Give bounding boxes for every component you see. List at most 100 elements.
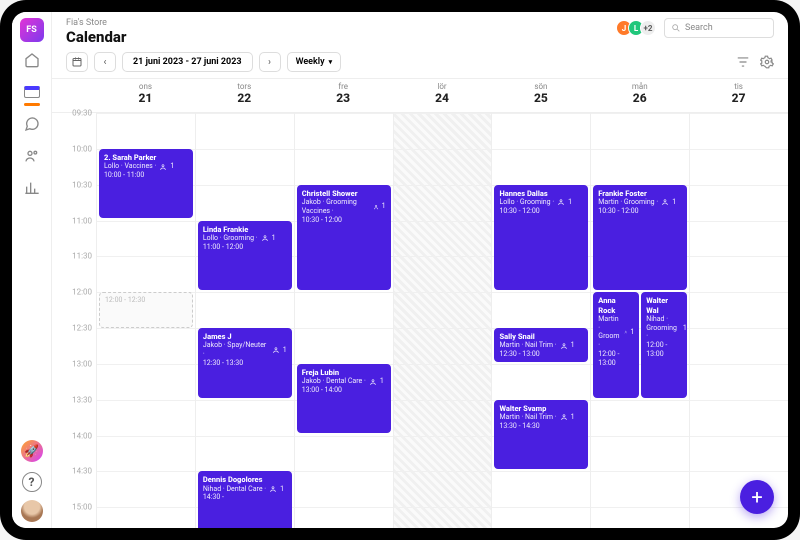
day-column-21[interactable]: 12:00 - 12:30 2. Sarah ParkerLollo · Vacc… (96, 113, 195, 528)
event-card[interactable]: 2. Sarah ParkerLollo · Vaccines · 110:00… (99, 149, 193, 219)
sidebar: FS 🚀 ? (12, 12, 52, 528)
day-header: ons21tors22fre23lör24sön25mån26tis27 (52, 79, 788, 113)
day-header-21[interactable]: ons21 (96, 79, 195, 112)
nav-chat[interactable] (22, 114, 42, 134)
event-subtitle: Martin · Groom · 1 (598, 315, 634, 350)
event-subtitle: Martin · Nail Trim · 1 (499, 413, 583, 422)
time-label: 11:00 (72, 216, 92, 225)
filter-icon[interactable] (736, 55, 750, 69)
calendar-columns[interactable]: 12:00 - 12:30 2. Sarah ParkerLollo · Vacc… (96, 113, 788, 528)
event-card[interactable]: Anna RockMartin · Groom · 112:00 - 13:00 (593, 292, 639, 398)
event-time: 13:30 - 14:30 (499, 422, 583, 431)
nav-home[interactable] (22, 50, 42, 70)
event-subtitle: Nihad · Dental Care · 1 (203, 485, 287, 494)
event-card[interactable]: Linda FrankieLollo · Grooming · 111:00 -… (198, 221, 292, 291)
view-mode-button[interactable]: Weekly ▾ (287, 52, 342, 72)
day-header-27[interactable]: tis27 (689, 79, 788, 112)
calendar-icon (24, 86, 40, 98)
time-label: 12:00 (72, 288, 92, 297)
event-card[interactable]: Walter SvampMartin · Nail Trim · 113:30 … (494, 400, 588, 470)
ghost-slot[interactable]: 12:00 - 12:30 (99, 292, 193, 328)
today-button[interactable] (66, 52, 88, 72)
event-title: Walter Svamp (499, 404, 583, 413)
time-label: 12:30 (72, 324, 92, 333)
nav-users[interactable] (22, 146, 42, 166)
nav-calendar[interactable] (22, 82, 42, 102)
time-label: 14:30 (72, 467, 92, 476)
time-label: 10:00 (72, 144, 92, 153)
time-label: 15:00 (72, 503, 92, 512)
date-range-button[interactable]: 21 juni 2023 - 27 juni 2023 (122, 52, 253, 72)
event-card[interactable]: Frankie FosterMartin · Grooming · 110:30… (593, 185, 687, 291)
event-time: 12:00 - 13:00 (598, 350, 634, 368)
event-card[interactable]: Walter WalNihad · Grooming · 112:00 - 13… (641, 292, 687, 398)
day-header-24[interactable]: lör24 (393, 79, 492, 112)
event-title: Frankie Foster (598, 189, 682, 198)
day-column-22[interactable]: Linda FrankieLollo · Grooming · 111:00 -… (195, 113, 294, 528)
gear-icon[interactable] (760, 55, 774, 69)
nav-stats[interactable] (22, 178, 42, 198)
event-title: James J (203, 332, 287, 341)
event-card[interactable]: Sally SnailMartin · Nail Trim · 112:30 -… (494, 328, 588, 362)
participant-chips[interactable]: JL+2 (620, 20, 656, 36)
time-label: 14:00 (72, 431, 92, 440)
day-header-23[interactable]: fre23 (294, 79, 393, 112)
event-subtitle: Lollo · Grooming · 1 (499, 198, 583, 207)
calendar-small-icon (71, 56, 83, 68)
search-input[interactable]: Search (664, 18, 774, 38)
toolbar: ‹ 21 juni 2023 - 27 juni 2023 › Weekly ▾ (52, 48, 788, 78)
day-header-25[interactable]: sön25 (491, 79, 590, 112)
event-title: Anna Rock (598, 296, 634, 315)
day-column-26[interactable]: Frankie FosterMartin · Grooming · 110:30… (590, 113, 689, 528)
prev-button[interactable]: ‹ (94, 52, 116, 72)
event-card[interactable]: Christell ShowerJakob · Grooming Vaccine… (297, 185, 391, 291)
event-time: 10:30 - 12:00 (598, 207, 682, 216)
main-content: Fia's Store Calendar JL+2 Search ‹ (52, 12, 788, 528)
event-card[interactable]: Dennis DogoloresNihad · Dental Care · 11… (198, 471, 292, 528)
event-title: Sally Snail (499, 332, 583, 341)
store-logo[interactable]: FS (20, 18, 44, 42)
event-card[interactable]: Hannes DallasLollo · Grooming · 110:30 -… (494, 185, 588, 291)
time-label: 13:30 (72, 395, 92, 404)
event-title: Walter Wal (646, 296, 682, 315)
event-title: Linda Frankie (203, 225, 287, 234)
day-column-25[interactable]: Hannes DallasLollo · Grooming · 110:30 -… (491, 113, 590, 528)
breadcrumb: Fia's Store (66, 18, 126, 28)
chevron-down-icon: ▾ (329, 58, 333, 66)
event-time: 12:00 - 13:00 (646, 341, 682, 359)
search-placeholder: Search (685, 23, 713, 33)
event-subtitle: Lollo · Grooming · 1 (203, 234, 287, 243)
event-subtitle: Martin · Nail Trim · 1 (499, 341, 583, 350)
page-title: Calendar (66, 28, 126, 46)
event-subtitle: Jakob · Dental Care · 1 (302, 377, 386, 386)
day-header-26[interactable]: mån26 (590, 79, 689, 112)
day-column-24[interactable] (393, 113, 492, 528)
event-subtitle: Martin · Grooming · 1 (598, 198, 682, 207)
rocket-icon[interactable]: 🚀 (21, 440, 43, 462)
event-time: 10:30 - 12:00 (499, 207, 583, 216)
time-label: 10:30 (72, 180, 92, 189)
event-time: 10:00 - 11:00 (104, 171, 188, 180)
day-header-22[interactable]: tors22 (195, 79, 294, 112)
event-subtitle: Lollo · Vaccines · 1 (104, 162, 188, 171)
chip-+2[interactable]: +2 (640, 20, 656, 36)
event-time: 14:30 - (203, 493, 287, 502)
user-avatar[interactable] (21, 500, 43, 522)
time-label: 09:30 (72, 109, 92, 118)
help-icon[interactable]: ? (22, 472, 42, 492)
day-column-23[interactable]: Christell ShowerJakob · Grooming Vaccine… (294, 113, 393, 528)
search-icon (671, 23, 681, 33)
view-mode-label: Weekly (296, 57, 325, 67)
event-title: Dennis Dogolores (203, 475, 287, 484)
event-title: 2. Sarah Parker (104, 153, 188, 162)
calendar-grid: ons21tors22fre23lör24sön25mån26tis27 09:… (52, 78, 788, 528)
time-gutter: 09:3010:0010:3011:0011:3012:0012:3013:00… (52, 113, 96, 528)
event-title: Hannes Dallas (499, 189, 583, 198)
event-card[interactable]: James JJakob · Spay/Neuter · 112:30 - 13… (198, 328, 292, 398)
event-card[interactable]: Freja LubinJakob · Dental Care · 113:00 … (297, 364, 391, 434)
event-subtitle: Jakob · Spay/Neuter · 1 (203, 341, 287, 359)
add-event-button[interactable]: + (740, 480, 774, 514)
event-subtitle: Nihad · Grooming · 1 (646, 315, 682, 341)
day-column-27[interactable] (689, 113, 788, 528)
next-button[interactable]: › (259, 52, 281, 72)
